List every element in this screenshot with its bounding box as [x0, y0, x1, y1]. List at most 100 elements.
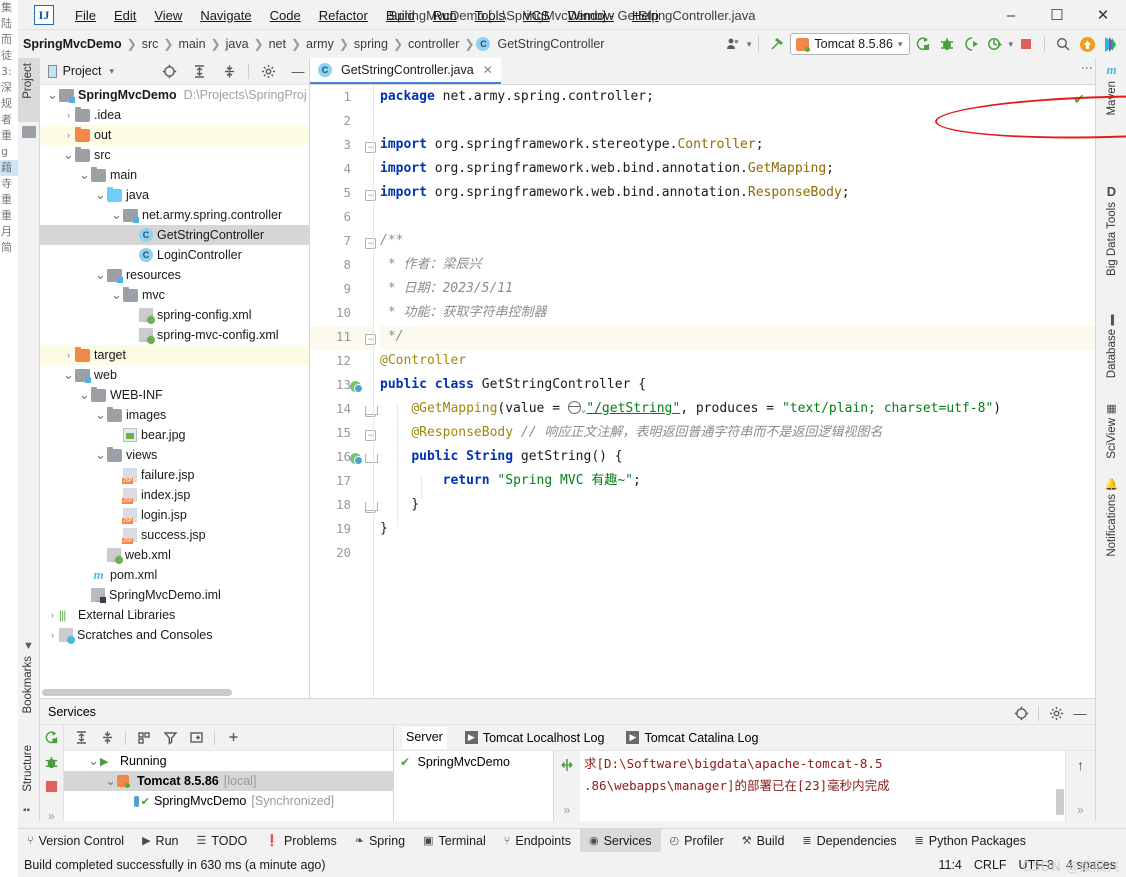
- code-fold-region-icon[interactable]: [365, 406, 378, 419]
- gear-icon[interactable]: [257, 60, 279, 82]
- tab-tomcat-catalina-log[interactable]: ▶ Tomcat Catalina Log: [622, 728, 762, 748]
- chevron-down-icon[interactable]: ⌄: [110, 288, 123, 301]
- menu-item-file[interactable]: File: [66, 4, 105, 27]
- scrollbar-thumb[interactable]: [1056, 789, 1064, 815]
- tree-node[interactable]: index.jsp: [40, 485, 309, 505]
- stop-icon[interactable]: [45, 780, 58, 796]
- chevron-down-icon[interactable]: ⌄: [62, 148, 75, 161]
- chevron-down-icon[interactable]: ⌄: [94, 448, 107, 461]
- tree-node[interactable]: ⌄ mvc: [40, 285, 309, 305]
- spring-bean-gutter-icon[interactable]: [350, 453, 364, 467]
- code-fold-icon[interactable]: −: [365, 238, 376, 249]
- code-fold-region-icon[interactable]: [365, 454, 378, 467]
- minimize-button[interactable]: –: [988, 0, 1034, 30]
- chevron-down-icon[interactable]: ⌄: [78, 388, 91, 401]
- editor-gutter[interactable]: 1 2 3−4 5−6 7−8 9 10 11−12 13 14−15−16 17 18−19 20: [310, 85, 378, 698]
- services-tree-node[interactable]: ⌄ ▶ Running: [64, 751, 393, 771]
- chevron-down-icon[interactable]: ⌄: [62, 368, 75, 381]
- menu-item-view[interactable]: View: [145, 4, 191, 27]
- breadcrumb-item-class[interactable]: GetStringController: [494, 37, 607, 51]
- tree-node[interactable]: spring-config.xml: [40, 305, 309, 325]
- tab-server[interactable]: Server: [402, 726, 447, 749]
- search-icon[interactable]: [1052, 33, 1074, 55]
- menu-item-tools[interactable]: Tools: [466, 4, 514, 27]
- sidebar-item-bookmarks[interactable]: Bookmarks ▼: [18, 638, 40, 728]
- tree-node[interactable]: m pom.xml: [40, 565, 309, 585]
- rerun-icon[interactable]: [44, 730, 59, 748]
- filter-icon[interactable]: [159, 727, 181, 749]
- chevron-down-icon[interactable]: ⌄: [104, 774, 117, 787]
- breadcrumb-item-net[interactable]: net: [266, 37, 289, 51]
- tree-node[interactable]: SpringMvcDemo.iml: [40, 585, 309, 605]
- chevron-right-icon[interactable]: ›: [62, 350, 75, 360]
- breadcrumb-item-project[interactable]: SpringMvcDemo: [20, 37, 125, 51]
- code-fold-icon[interactable]: −: [365, 190, 376, 201]
- more-icon[interactable]: »: [1077, 803, 1084, 817]
- scroll-up-icon[interactable]: ↑: [1077, 757, 1084, 773]
- run-configuration-selector[interactable]: Tomcat 8.5.86 ▾: [790, 33, 911, 55]
- menu-item-edit[interactable]: Edit: [105, 4, 145, 27]
- locate-icon[interactable]: [158, 60, 180, 82]
- tree-node[interactable]: ⌄ images: [40, 405, 309, 425]
- tree-node[interactable]: › Scratches and Consoles: [40, 625, 309, 645]
- caret-position[interactable]: 11:4: [938, 858, 961, 872]
- tree-node[interactable]: ⌄ src: [40, 145, 309, 165]
- code-fold-icon[interactable]: −: [365, 430, 376, 441]
- sidebar-item-big-data-tools[interactable]: D Big Data Tools: [1096, 184, 1126, 276]
- tree-node[interactable]: ⌄ SpringMvcDemo D:\Projects\SpringProj: [40, 85, 309, 105]
- log-scrollbar[interactable]: [1055, 751, 1065, 821]
- menu-item-code[interactable]: Code: [261, 4, 310, 27]
- sidebar-item-structure[interactable]: Structure ▪▪: [18, 743, 40, 821]
- chevron-down-icon[interactable]: ▾: [109, 66, 114, 77]
- user-group-icon[interactable]: [723, 33, 745, 55]
- scrollbar-thumb[interactable]: [42, 689, 232, 696]
- stop-icon[interactable]: [1015, 33, 1037, 55]
- editor-tab-getstringcontroller[interactable]: C GetStringController.java ✕: [310, 58, 501, 84]
- menu-item-help[interactable]: Help: [623, 4, 668, 27]
- code-viewport[interactable]: ✔ 1 2 3−4 5−6 7−8 9 10 11−12 13 14−15−16 17 18−19 20…: [310, 85, 1126, 698]
- hammer-icon[interactable]: [766, 33, 788, 55]
- tree-node[interactable]: ⌄ java: [40, 185, 309, 205]
- chevron-right-icon[interactable]: ›: [62, 130, 75, 140]
- indent-setting[interactable]: 4 spaces: [1066, 858, 1116, 872]
- group-icon[interactable]: [133, 727, 155, 749]
- breadcrumb-item-army[interactable]: army: [303, 37, 337, 51]
- locate-icon[interactable]: [1010, 702, 1032, 724]
- update-icon[interactable]: [1076, 33, 1098, 55]
- sidebar-item-database[interactable]: ||| Database: [1096, 312, 1126, 378]
- collapse-all-icon[interactable]: [96, 727, 118, 749]
- more-icon[interactable]: »: [48, 809, 55, 823]
- debug-icon[interactable]: [44, 755, 59, 773]
- breadcrumb-item-main[interactable]: main: [175, 37, 208, 51]
- project-horizontal-scrollbar[interactable]: [40, 686, 309, 698]
- add-service-icon[interactable]: [222, 727, 244, 749]
- file-encoding[interactable]: UTF-8: [1019, 858, 1054, 872]
- menu-item-window[interactable]: Window: [559, 4, 623, 27]
- line-separator[interactable]: CRLF: [974, 858, 1007, 872]
- sidebar-item-maven[interactable]: m Maven: [1096, 62, 1126, 116]
- collapse-all-icon[interactable]: [218, 60, 240, 82]
- bottom-tab-endpoints[interactable]: ⑂ Endpoints: [495, 829, 580, 853]
- chevron-down-icon[interactable]: ⌄: [78, 168, 91, 181]
- debug-icon[interactable]: [936, 33, 958, 55]
- chevron-down-icon[interactable]: ▾: [747, 39, 752, 50]
- tree-node[interactable]: ⌄ main: [40, 165, 309, 185]
- menu-item-build[interactable]: Build: [377, 4, 424, 27]
- close-button[interactable]: ✕: [1080, 0, 1126, 30]
- chevron-right-icon[interactable]: ›: [46, 630, 59, 640]
- maximize-button[interactable]: ☐: [1034, 0, 1080, 30]
- code-fold-region-icon[interactable]: [365, 502, 378, 515]
- tree-node[interactable]: ⌄ views: [40, 445, 309, 465]
- breadcrumb-item-spring[interactable]: spring: [351, 37, 391, 51]
- more-icon[interactable]: »: [564, 803, 571, 817]
- gear-icon[interactable]: [1045, 702, 1067, 724]
- bottom-tab-version-control[interactable]: ⑂ Version Control: [18, 829, 133, 853]
- sidebar-item-project[interactable]: Project: [18, 58, 40, 122]
- code-fold-icon[interactable]: −: [365, 334, 376, 345]
- tree-node[interactable]: bear.jpg: [40, 425, 309, 445]
- tree-node[interactable]: failure.jsp: [40, 465, 309, 485]
- ide-assistant-icon[interactable]: [1100, 33, 1122, 55]
- code-fold-icon[interactable]: −: [365, 142, 376, 153]
- tab-tomcat-localhost-log[interactable]: ▶ Tomcat Localhost Log: [461, 728, 609, 748]
- hide-panel-icon[interactable]: —: [1069, 702, 1091, 724]
